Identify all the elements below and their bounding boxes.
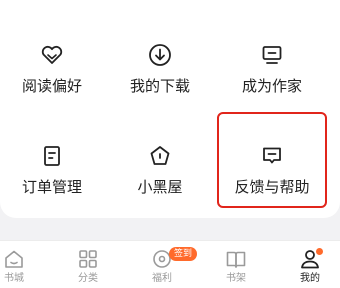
- tab-label: 我的: [300, 273, 320, 284]
- grid-item-reading-preference[interactable]: 阅读偏好: [0, 42, 107, 96]
- feedback-highlight-box: [217, 112, 327, 208]
- tab-category[interactable]: 分类: [54, 247, 122, 286]
- grid-item-label: 小黑屋: [137, 178, 183, 196]
- grid-item-order-management[interactable]: 订单管理: [0, 143, 107, 197]
- bookshelf-icon: [226, 251, 246, 268]
- grid-item-label: 订单管理: [21, 178, 82, 196]
- profile-page: 阅读偏好 我的下载 成为作家 订单管理 小黑屋 反馈与帮助 书城 分类 福利 书…: [0, 0, 340, 288]
- tab-label: 书架: [226, 273, 246, 284]
- home-icon: [5, 250, 23, 268]
- grid-item-blacklist[interactable]: 小黑屋: [105, 143, 215, 197]
- grid-item-label: 成为作家: [241, 77, 302, 95]
- tab-bookstore[interactable]: 书城: [0, 247, 48, 286]
- notification-dot: [316, 248, 323, 255]
- tab-label: 书城: [4, 273, 24, 284]
- order-icon: [44, 146, 60, 166]
- tab-label: 分类: [78, 273, 98, 284]
- category-icon: [79, 250, 97, 268]
- download-icon: [149, 44, 171, 66]
- pentagon-icon: [150, 146, 170, 165]
- tab-label: 福利: [152, 273, 172, 284]
- tab-bookshelf[interactable]: 书架: [202, 247, 270, 286]
- services-card: 阅读偏好 我的下载 成为作家 订单管理 小黑屋 反馈与帮助: [0, 0, 340, 218]
- grid-item-become-writer[interactable]: 成为作家: [217, 42, 327, 96]
- sign-in-badge[interactable]: 签到: [169, 247, 198, 261]
- grid-item-label: 我的下载: [129, 77, 190, 95]
- grid-item-my-downloads[interactable]: 我的下载: [105, 42, 215, 96]
- tab-profile[interactable]: 我的: [276, 247, 340, 286]
- grid-item-label: 阅读偏好: [21, 77, 82, 95]
- bottom-tab-bar: 书城 分类 福利 书架 我的: [0, 240, 340, 288]
- heart-icon: [41, 45, 63, 64]
- monitor-icon: [262, 46, 282, 64]
